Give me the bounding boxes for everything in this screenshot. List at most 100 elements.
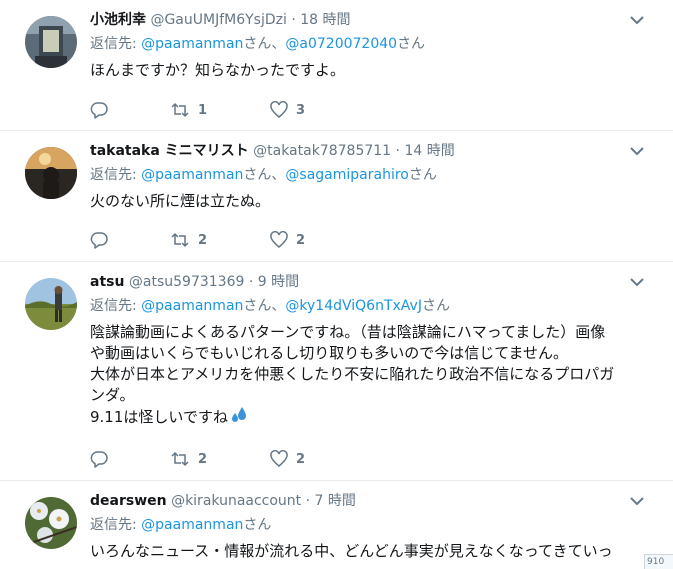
retweet-icon [171, 451, 189, 467]
reply-user-link[interactable]: @sagamiparahiro [285, 167, 408, 183]
chevron-down-icon[interactable] [629, 495, 645, 507]
timestamp[interactable]: 7 時間 [315, 493, 356, 509]
reply-context: 返信先: @paamanmanさん、@ky14dViQ6nTxAvJさん [90, 296, 643, 316]
avatar[interactable] [25, 497, 77, 549]
tweet-text: 火のない所に煙は立たぬ。 [90, 191, 643, 212]
tweet-text-fragment: 9.11は怪しいですね [90, 408, 228, 426]
timestamp[interactable]: 18 時間 [300, 12, 350, 28]
tweet-header: dearswen @kirakunaaccount · 7 時間 [90, 491, 643, 511]
honorific: さん [408, 167, 437, 183]
reply-prefix: 返信先: [90, 36, 142, 52]
honorific: さん [243, 298, 272, 314]
reply-user-link[interactable]: @a0720072040 [285, 36, 397, 52]
avatar[interactable] [25, 278, 77, 330]
reply-bubble-icon [90, 451, 108, 468]
honorific: さん [397, 36, 426, 52]
reply-user-link[interactable]: @ky14dViQ6nTxAvJ [285, 298, 422, 314]
retweet-icon [171, 232, 189, 248]
tweet-actions: 1 3 [90, 99, 350, 121]
avatar[interactable] [25, 147, 77, 199]
tweet-actions: 2 2 [90, 448, 350, 470]
user-handle[interactable]: @kirakunaaccount [171, 493, 301, 509]
display-name[interactable]: takataka ミニマリスト [90, 143, 249, 159]
tweet-header: atsu @atsu59731369 · 9 時間 [90, 272, 643, 292]
tweet-actions: 2 2 [90, 229, 350, 251]
chevron-down-icon[interactable] [629, 14, 645, 26]
timestamp[interactable]: 14 時間 [404, 143, 454, 159]
reply-prefix: 返信先: [90, 517, 142, 533]
display-name[interactable]: dearswen [90, 493, 167, 509]
user-handle[interactable]: @takatak78785711 [253, 143, 391, 159]
avatar-image [25, 497, 77, 549]
separator-dot: · [391, 143, 405, 159]
tweet-text-line: 大体が日本とアメリカを仲悪くしたり不安に陥れたり政治不信になるプロパガ [90, 365, 615, 383]
tweet-2[interactable]: takataka ミニマリスト @takatak78785711 · 14 時間… [0, 131, 673, 262]
reply-button[interactable] [90, 231, 170, 249]
reply-button[interactable] [90, 450, 170, 468]
honorific: さん [421, 298, 450, 314]
reply-bubble-icon [90, 102, 108, 119]
honorific: さん [243, 517, 272, 533]
avatar-image [25, 278, 77, 330]
list-separator: 、 [271, 36, 286, 52]
user-handle[interactable]: @GauUMJfM6YsjDzi [150, 12, 286, 28]
tweet-1[interactable]: 小池利幸 @GauUMJfM6YsjDzi · 18 時間 返信先: @paam… [0, 0, 673, 131]
retweet-icon [171, 102, 189, 118]
tweet-text-line: 陰謀論動画によくあるパターンですね。（昔は陰謀論にハマってました）画像 [90, 323, 606, 341]
reply-prefix: 返信先: [90, 167, 142, 183]
tweet-text-line-last: 9.11は怪しいですね [90, 406, 643, 428]
list-separator: 、 [271, 298, 286, 314]
avatar[interactable] [25, 16, 77, 68]
reply-button[interactable] [90, 101, 170, 119]
avatar-image [25, 16, 77, 68]
heart-icon [270, 231, 288, 248]
like-count: 2 [296, 451, 306, 467]
retweet-button[interactable]: 2 [170, 231, 270, 249]
tweet-header: 小池利幸 @GauUMJfM6YsjDzi · 18 時間 [90, 10, 643, 30]
separator-dot: · [301, 493, 315, 509]
tweet-4[interactable]: dearswen @kirakunaaccount · 7 時間 返信先: @p… [0, 481, 673, 569]
tweet-text-line: ンダ。 [90, 386, 135, 404]
honorific: さん [243, 36, 272, 52]
reply-context: 返信先: @paamanmanさん、@a0720072040さん [90, 34, 643, 54]
reply-bubble-icon [90, 232, 108, 249]
tweet-text-line: 火のない所に煙は立たぬ。 [90, 192, 271, 210]
display-name[interactable]: 小池利幸 [90, 12, 146, 28]
tweet-3[interactable]: atsu @atsu59731369 · 9 時間 返信先: @paamanma… [0, 262, 673, 481]
chevron-down-icon[interactable] [629, 276, 645, 288]
tweet-text: ほんまですか？知らなかったですよ。 [90, 60, 643, 81]
heart-icon [270, 101, 288, 118]
reply-user-link[interactable]: @paamanman [141, 167, 243, 183]
separator-dot: · [286, 12, 301, 28]
chevron-down-icon[interactable] [629, 145, 645, 157]
reply-context: 返信先: @paamanmanさん、@sagamiparahiroさん [90, 165, 643, 185]
like-button[interactable]: 3 [270, 101, 350, 119]
tweet-text-line: いろんなニュース・情報が流れる中、どんどん事実が見えなくなってきていっ [90, 542, 613, 560]
reply-user-link[interactable]: @paamanman [141, 36, 243, 52]
list-separator: 、 [271, 167, 286, 183]
reply-context: 返信先: @paamanmanさん [90, 515, 643, 535]
tweet-text-line: ほんまですか？知らなかったですよ。 [90, 61, 346, 79]
avatar-image [25, 147, 77, 199]
tweet-text: いろんなニュース・情報が流れる中、どんどん事実が見えなくなってきていっ [90, 541, 643, 562]
tweet-text-line: や動画はいくらでもいじれるし切り取りも多いので今は信じてません。 [90, 344, 569, 362]
tweet-text: 陰謀論動画によくあるパターンですね。（昔は陰謀論にハマってました）画像 や動画は… [90, 322, 643, 428]
honorific: さん [243, 167, 272, 183]
like-count: 3 [296, 102, 306, 118]
separator-dot: · [244, 274, 258, 290]
like-button[interactable]: 2 [270, 231, 350, 249]
like-count: 2 [296, 232, 306, 248]
reply-user-link[interactable]: @paamanman [141, 298, 243, 314]
retweet-count: 2 [198, 451, 208, 467]
corner-chip: 910 [644, 554, 673, 569]
reply-user-link[interactable]: @paamanman [141, 517, 243, 533]
retweet-button[interactable]: 2 [170, 450, 270, 468]
retweet-button[interactable]: 1 [170, 101, 270, 119]
retweet-count: 1 [198, 102, 208, 118]
display-name[interactable]: atsu [90, 274, 124, 290]
tweet-header: takataka ミニマリスト @takatak78785711 · 14 時間 [90, 141, 643, 161]
timestamp[interactable]: 9 時間 [258, 274, 299, 290]
reply-prefix: 返信先: [90, 298, 142, 314]
user-handle[interactable]: @atsu59731369 [129, 274, 245, 290]
like-button[interactable]: 2 [270, 450, 350, 468]
